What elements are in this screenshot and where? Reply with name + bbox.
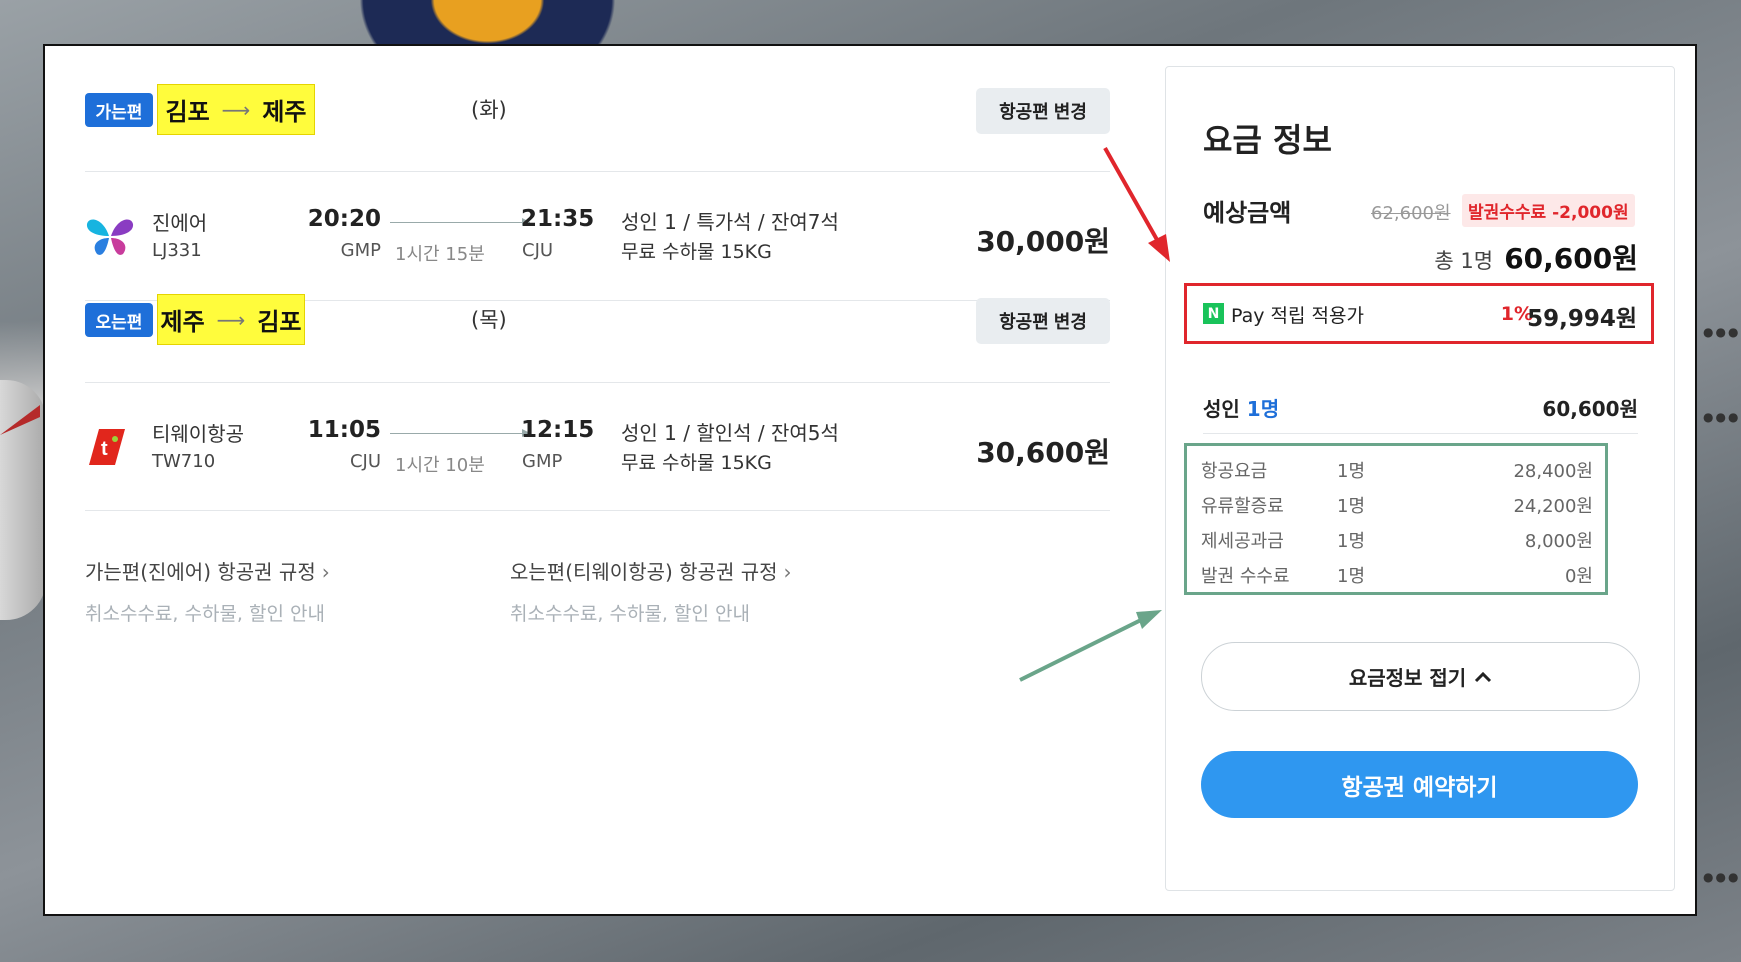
baggage-info: 무료 수하물 15KG <box>621 452 772 474</box>
flight-price: 30,000원 <box>976 225 1110 258</box>
outbound-day: (화) <box>471 98 507 122</box>
inbound-header: 오는편 제주 ⟶ 김포 (목) 항공편 변경 <box>85 276 1110 358</box>
divider <box>1203 433 1638 434</box>
departure-airport: GMP <box>340 240 381 261</box>
seat-info: 성인 1 / 할인석 / 잔여5석 <box>621 421 839 445</box>
inbound-ticket-rules[interactable]: 오는편(티웨이항공) 항공권 규정 › 취소수수료, 수하물, 할인 안내 <box>510 556 792 626</box>
breakdown-count: 1명 <box>1337 496 1366 517</box>
rule-title[interactable]: 오는편(티웨이항공) 항공권 규정 › <box>510 556 792 585</box>
route-to: 김포 <box>257 308 302 336</box>
rule-title[interactable]: 가는편(진에어) 항공권 규정 › <box>85 556 330 585</box>
breakdown-amount: 28,400원 <box>1513 461 1593 482</box>
rule-title-text: 가는편(진에어) 항공권 규정 <box>85 560 316 584</box>
inbound-day: (목) <box>471 308 507 332</box>
book-ticket-button[interactable]: 항공권 예약하기 <box>1201 751 1638 818</box>
route-from: 김포 <box>165 98 210 126</box>
airline-name: 티웨이항공 <box>152 422 244 446</box>
route-to: 제주 <box>262 98 307 126</box>
tway-logo-icon: t <box>89 429 125 465</box>
chevron-right-icon: › <box>783 560 792 584</box>
flight-number: LJ331 <box>152 240 202 261</box>
route-arrow-icon: ⟶ <box>216 307 246 332</box>
fare-info-panel: 요금 정보 예상금액 62,600원 발권수수료 -2,000원 총 1명 60… <box>1165 66 1675 891</box>
outbound-change-flight-button[interactable]: 항공편 변경 <box>976 88 1110 134</box>
breakdown-label: 유류할증료 <box>1201 496 1284 517</box>
total-label: 총 1명 <box>1434 249 1494 273</box>
inbound-change-flight-button[interactable]: 항공편 변경 <box>976 298 1110 344</box>
estimated-amount-label: 예상금액 <box>1203 199 1292 227</box>
breakdown-label: 제세공과금 <box>1201 531 1284 552</box>
route-from: 제주 <box>160 308 205 336</box>
total-amount: 60,600원 <box>1504 242 1638 275</box>
flight-duration: 1시간 15분 <box>395 244 485 265</box>
svg-text:t: t <box>101 438 108 460</box>
breakdown-count: 1명 <box>1337 461 1366 482</box>
rule-subtitle: 취소수수료, 수하물, 할인 안내 <box>85 603 325 625</box>
departure-airport: CJU <box>349 451 381 472</box>
outbound-ticket-rules[interactable]: 가는편(진에어) 항공권 규정 › 취소수수료, 수하물, 할인 안내 <box>85 556 330 626</box>
breakdown-row: 발권 수수료 1명 0원 <box>1201 562 1593 588</box>
inbound-badge: 오는편 <box>85 303 153 337</box>
seat-info: 성인 1 / 특가석 / 잔여7석 <box>621 210 839 234</box>
chevron-up-icon <box>1475 671 1492 682</box>
fare-title: 요금 정보 <box>1203 121 1332 159</box>
arrival-time: 21:35 <box>521 206 595 232</box>
airline-name: 진에어 <box>152 211 208 235</box>
background-window-dots: ●●● <box>1703 870 1741 884</box>
route-arrow-icon: ⟶ <box>221 97 251 122</box>
original-price: 62,600원 <box>1371 203 1451 224</box>
npay-highlight-box: N Pay 적립 적용가 1% 59,994원 <box>1184 283 1654 344</box>
discount-badge: 발권수수료 -2,000원 <box>1462 194 1635 227</box>
inbound-route: 제주 ⟶ 김포 <box>157 294 305 345</box>
adult-count: 1명 <box>1246 397 1280 421</box>
npay-amount: 59,994원 <box>1527 306 1637 332</box>
collapse-label: 요금정보 접기 <box>1348 666 1467 690</box>
flight-duration: 1시간 10분 <box>395 455 485 476</box>
outbound-flight-row[interactable]: 진에어 LJ331 20:20 GMP 1시간 15분 21:35 CJU 성인… <box>85 172 1110 292</box>
background-window-dots: ●●● <box>1703 410 1741 424</box>
breakdown-row: 항공요금 1명 28,400원 <box>1201 457 1593 483</box>
adult-total: 60,600원 <box>1542 397 1638 421</box>
outbound-header: 가는편 김포 ⟶ 제주 (화) 항공편 변경 <box>85 66 1110 148</box>
flight-path-arrow-icon <box>390 429 530 437</box>
breakdown-label: 항공요금 <box>1201 461 1268 482</box>
flight-path-arrow-icon <box>390 218 530 226</box>
collapse-fare-info-button[interactable]: 요금정보 접기 <box>1201 642 1640 711</box>
adult-summary-row: 성인 1명 60,600원 <box>1203 393 1638 422</box>
breakdown-label: 발권 수수료 <box>1201 566 1290 587</box>
adult-label-text: 성인 <box>1203 397 1240 421</box>
outbound-route: 김포 ⟶ 제주 <box>157 84 315 135</box>
chevron-right-icon: › <box>321 560 330 584</box>
rule-title-text: 오는편(티웨이항공) 항공권 규정 <box>510 560 778 584</box>
flight-number: TW710 <box>152 451 216 472</box>
breakdown-row: 제세공과금 1명 8,000원 <box>1201 527 1593 553</box>
arrival-time: 12:15 <box>521 417 595 443</box>
total-row: 총 1명 60,600원 <box>1434 237 1638 277</box>
flight-price: 30,600원 <box>976 436 1110 469</box>
background-window-dots: ●●● <box>1703 325 1741 339</box>
divider <box>85 510 1110 511</box>
breakdown-amount: 24,200원 <box>1513 496 1593 517</box>
arrival-airport: CJU <box>522 240 554 261</box>
jinair-logo-icon <box>86 219 134 255</box>
breakdown-amount: 0원 <box>1564 566 1593 587</box>
inbound-flight-row[interactable]: t 티웨이항공 TW710 11:05 CJU 1시간 10분 12:15 GM… <box>85 383 1110 503</box>
breakdown-row: 유류할증료 1명 24,200원 <box>1201 492 1593 518</box>
booking-window: 가는편 김포 ⟶ 제주 (화) 항공편 변경 진에어 LJ331 20:20 G… <box>43 44 1697 916</box>
departure-time: 20:20 <box>307 206 381 232</box>
breakdown-count: 1명 <box>1337 566 1366 587</box>
departure-time: 11:05 <box>307 417 381 443</box>
arrival-airport: GMP <box>522 451 563 472</box>
baggage-info: 무료 수하물 15KG <box>621 241 772 263</box>
breakdown-count: 1명 <box>1337 531 1366 552</box>
outbound-badge: 가는편 <box>85 93 153 127</box>
breakdown-amount: 8,000원 <box>1524 531 1593 552</box>
npay-icon: N <box>1203 303 1224 324</box>
npay-label: Pay 적립 적용가 <box>1231 305 1364 327</box>
adult-label: 성인 1명 <box>1203 397 1279 421</box>
fare-breakdown-highlight-box: 항공요금 1명 28,400원 유류할증료 1명 24,200원 제세공과금 1… <box>1184 443 1608 595</box>
rule-subtitle: 취소수수료, 수하물, 할인 안내 <box>510 603 750 625</box>
